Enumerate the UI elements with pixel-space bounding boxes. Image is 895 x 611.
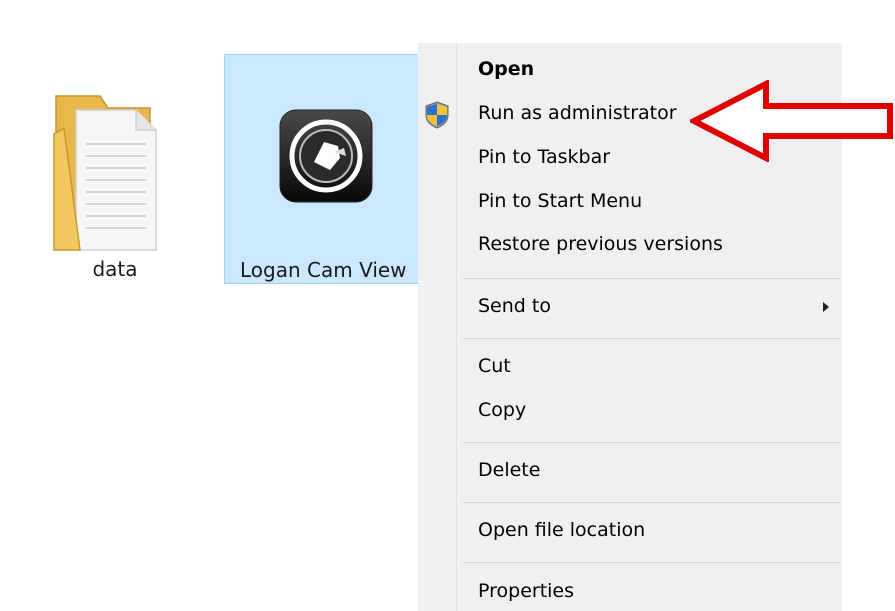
menu-item-label: Open file location [478, 519, 646, 541]
folder-item-data[interactable]: data [30, 54, 200, 284]
red-annotation-arrow [690, 80, 893, 162]
menu-item-label: Pin to Start Menu [478, 190, 643, 212]
menu-separator [463, 502, 840, 503]
menu-item-pin-to-start-menu[interactable]: Pin to Start Menu [418, 183, 842, 223]
menu-separator [463, 562, 840, 563]
menu-item-label: Pin to Taskbar [478, 146, 611, 168]
submenu-arrow-icon [823, 302, 829, 312]
menu-item-label: Restore previous versions [478, 233, 723, 255]
menu-separator [463, 442, 840, 443]
explorer-file-pane: data Logan Cam View [0, 40, 424, 330]
menu-separator [463, 278, 840, 279]
file-item-label: Logan Cam View [240, 258, 407, 282]
menu-item-label: Cut [478, 355, 511, 377]
menu-item-label: Delete [478, 459, 541, 481]
menu-item-copy[interactable]: Copy [418, 392, 842, 432]
menu-item-label: Properties [478, 580, 575, 602]
menu-separator [463, 338, 840, 339]
folder-item-label: data [92, 257, 138, 281]
menu-item-label: Run as administrator [478, 102, 677, 124]
desktop-window: data Logan Cam View Open Run as administ… [0, 0, 895, 611]
menu-item-cut[interactable]: Cut [418, 348, 842, 388]
file-item-logan-cam-view[interactable]: Logan Cam View [224, 54, 424, 284]
menu-item-label: Send to [478, 295, 551, 317]
menu-item-properties[interactable]: Properties [418, 573, 842, 611]
menu-item-label: Copy [478, 399, 527, 421]
uac-shield-icon [425, 101, 449, 129]
menu-item-open-file-location[interactable]: Open file location [418, 512, 842, 552]
menu-item-label: Open [478, 58, 535, 80]
menu-item-send-to[interactable]: Send to [418, 288, 842, 328]
camera-app-icon [279, 109, 373, 203]
menu-item-restore-previous-versions[interactable]: Restore previous versions [418, 226, 842, 266]
folder-icon [53, 95, 157, 251]
menu-item-delete[interactable]: Delete [418, 452, 842, 492]
